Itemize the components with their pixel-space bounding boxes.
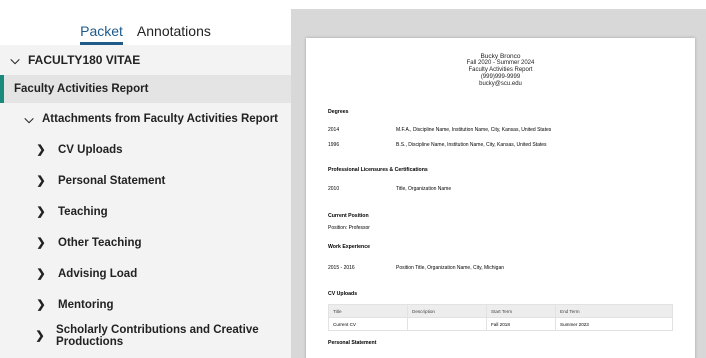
section-degrees-title: Degrees: [328, 109, 349, 115]
current-position-text: Position: Professor: [328, 225, 370, 231]
tree-item-personal-statement[interactable]: ❯ Personal Statement: [0, 165, 291, 196]
report-term: Fall 2020 - Summer 2024: [466, 60, 535, 66]
degree-row: 2014 M.F.A., Discipline Name, Institutio…: [328, 127, 552, 133]
section-current-position-title: Current Position: [328, 213, 369, 219]
tree-item-label: Personal Statement: [58, 174, 166, 187]
top-bar: [0, 0, 706, 9]
cv-uploads-table: Title Description Start Term End Term Cu…: [328, 304, 673, 331]
tree-item-label: FACULTY180 VITAE: [28, 53, 141, 67]
tree-item-label: Scholarly Contributions and Creative Pro…: [56, 323, 259, 348]
section-cv-uploads-title: CV Uploads: [328, 291, 358, 297]
chevron-right-icon: ❯: [36, 237, 46, 249]
table-row: Current CV Fall 2018 Summer 2023: [328, 317, 673, 331]
tree-item-faculty-activities-report[interactable]: Faculty Activities Report: [0, 75, 291, 103]
licensure-row: 2010 Title, Organization Name: [328, 186, 452, 192]
tree-item-mentoring[interactable]: ❯ Mentoring: [0, 289, 291, 320]
chevron-down-icon: ⌵: [10, 52, 20, 67]
tree-item-label: Mentoring: [58, 298, 114, 311]
faculty-name: Bucky Bronco: [480, 53, 521, 60]
tree-item-label: Faculty Activities Report: [14, 83, 149, 95]
tree-item-faculty180-vitae[interactable]: ⌵ FACULTY180 VITAE: [0, 45, 291, 75]
faculty-phone: (999)999-9999: [480, 74, 521, 80]
column-header: Title: [328, 304, 408, 318]
chevron-right-icon: ❯: [36, 144, 46, 156]
tree-item-label: Attachments from Faculty Activities Repo…: [42, 113, 279, 125]
tree-item-label: Teaching: [58, 205, 108, 218]
table-header-row: Title Description Start Term End Term: [328, 304, 673, 318]
chevron-right-icon: ❯: [36, 175, 46, 187]
tree-item-advising-load[interactable]: ❯ Advising Load: [0, 258, 291, 289]
section-work-experience-title: Work Experience: [328, 244, 370, 250]
sidebar-tabs: Packet Annotations: [0, 9, 291, 45]
tree-item-other-teaching[interactable]: ❯ Other Teaching: [0, 227, 291, 258]
tree-item-scholarly-contributions[interactable]: ❯ Scholarly Contributions and Creative P…: [0, 320, 291, 351]
document-header: Bucky Bronco Fall 2020 - Summer 2024 Fac…: [306, 53, 695, 88]
document-page: Bucky Bronco Fall 2020 - Summer 2024 Fac…: [306, 38, 695, 358]
degree-row: 1996 B.S., Discipline Name, Institution …: [328, 142, 547, 148]
tab-annotations[interactable]: Annotations: [137, 23, 211, 45]
tree-item-teaching[interactable]: ❯ Teaching: [0, 196, 291, 227]
tab-packet[interactable]: Packet: [80, 23, 123, 45]
packet-sidebar: Packet Annotations ⌵ FACULTY180 VITAE Fa…: [0, 9, 291, 358]
report-title: Faculty Activities Report: [468, 67, 533, 73]
column-header: Description: [407, 304, 487, 318]
chevron-right-icon: ❯: [35, 330, 45, 342]
chevron-right-icon: ❯: [36, 268, 46, 280]
chevron-down-icon: ⌵: [24, 111, 34, 126]
column-header: Start Term: [486, 304, 556, 318]
chevron-right-icon: ❯: [36, 206, 46, 218]
tree-item-attachments[interactable]: ⌵ Attachments from Faculty Activities Re…: [0, 104, 291, 134]
section-personal-statement-title: Personal Statement: [328, 340, 377, 346]
tree-item-label: Other Teaching: [58, 236, 142, 249]
tree-item-label: Advising Load: [58, 267, 138, 280]
column-header: End Term: [555, 304, 673, 318]
document-viewer[interactable]: Bucky Bronco Fall 2020 - Summer 2024 Fac…: [291, 9, 706, 358]
chevron-right-icon: ❯: [36, 299, 46, 311]
faculty-email: bucky@scu.edu: [479, 81, 522, 87]
tree-item-label: CV Uploads: [58, 143, 123, 156]
tree-item-cv-uploads[interactable]: ❯ CV Uploads: [0, 134, 291, 165]
work-experience-row: 2015 - 2016 Position Title, Organization…: [328, 265, 505, 271]
section-licensures-title: Professional Licensures & Certifications: [328, 167, 428, 173]
